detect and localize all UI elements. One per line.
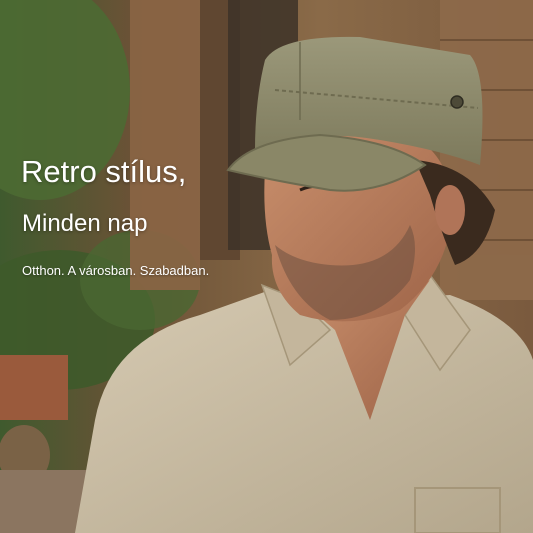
subheadline: Minden nap xyxy=(22,210,148,237)
headline: Retro stílus, xyxy=(21,154,187,189)
cap-grommet xyxy=(450,95,464,109)
planter-box xyxy=(0,355,68,420)
tagline: Otthon. A városban. Szabadban. xyxy=(22,263,210,278)
ear xyxy=(435,185,465,235)
product-photo: Retro stílus, Minden nap Otthon. A város… xyxy=(0,0,533,533)
